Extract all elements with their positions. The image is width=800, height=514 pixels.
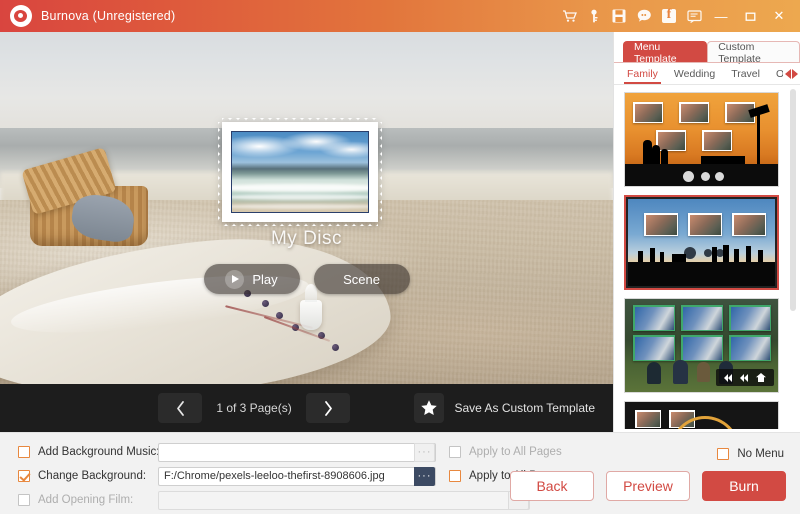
save-icon[interactable] xyxy=(608,4,630,28)
title-bar: Burnova (Unregistered) f — ✕ xyxy=(0,0,800,32)
add-opening-film-label: Add Opening Film: xyxy=(38,494,134,506)
minimize-button[interactable]: — xyxy=(708,3,734,29)
template-item-dark-arc[interactable] xyxy=(624,401,779,429)
titlebar-icon-group: — ✕ xyxy=(558,3,800,29)
close-button[interactable]: ✕ xyxy=(766,3,792,29)
cart-icon[interactable] xyxy=(558,4,580,28)
stage-button-group: Play Scene xyxy=(0,264,613,294)
star-icon xyxy=(421,400,438,416)
add-opening-film-row: Add Opening Film: ··· xyxy=(18,490,530,510)
subtab-travel[interactable]: Travel xyxy=(724,63,767,84)
browse-background-button[interactable]: ··· xyxy=(414,466,435,486)
menu-thumbnail-photo xyxy=(231,131,369,213)
add-opening-film-input[interactable]: ··· xyxy=(158,490,530,510)
triangle-left-icon[interactable] xyxy=(784,68,791,79)
burnova-disc-logo-icon xyxy=(10,5,32,27)
category-scroll-arrows xyxy=(784,68,800,79)
add-opening-film-checkbox[interactable] xyxy=(18,494,30,506)
add-background-music-row: Add Background Music: ··· Apply to All P… xyxy=(18,442,562,462)
browse-music-button[interactable]: ··· xyxy=(414,442,435,462)
disc-title[interactable]: My Disc xyxy=(0,228,613,250)
subtab-family[interactable]: Family xyxy=(620,63,665,84)
save-as-custom-template-button[interactable]: Save As Custom Template xyxy=(414,393,595,423)
menu-preview-stage[interactable]: My Disc Play Scene xyxy=(0,32,613,384)
tab-menu-template[interactable]: Menu Template xyxy=(623,41,708,65)
menu-thumbnail-stamp[interactable] xyxy=(218,118,382,222)
template-item-forest-meadow[interactable] xyxy=(624,298,779,393)
apply-music-to-all-pages-label: Apply to All Pages xyxy=(469,446,562,458)
play-triangle-icon xyxy=(225,269,245,289)
add-background-music-input[interactable]: ··· xyxy=(158,442,436,462)
template-scrollbar-thumb[interactable] xyxy=(790,89,796,311)
bottom-options-bar: Add Background Music: ··· Apply to All P… xyxy=(0,432,800,514)
change-background-input[interactable]: F:/Chrome/pexels-leeloo-thefirst-8908606… xyxy=(158,466,436,486)
next-page-button[interactable] xyxy=(306,393,350,423)
no-menu-checkbox[interactable] xyxy=(717,448,730,460)
app-title: Burnova (Unregistered) xyxy=(41,9,176,23)
change-background-checkbox[interactable] xyxy=(18,470,30,482)
page-indicator: 1 of 3 Page(s) xyxy=(216,401,292,415)
feedback-icon[interactable] xyxy=(683,4,705,28)
chevron-left-icon xyxy=(176,400,184,416)
burn-button[interactable]: Burn xyxy=(702,471,786,501)
page-tool-strip: 1 of 3 Page(s) Save As Custom Template xyxy=(0,384,613,432)
template-panel: Menu Template Custom Template Family Wed… xyxy=(613,32,800,432)
key-icon[interactable] xyxy=(583,4,605,28)
maximize-button[interactable] xyxy=(737,3,763,29)
triangle-right-icon[interactable] xyxy=(791,68,798,79)
save-as-custom-template-label: Save As Custom Template xyxy=(454,401,595,415)
drinking-glass xyxy=(300,284,322,330)
burnova-window: Burnova (Unregistered) f — ✕ My Disc Pla… xyxy=(0,0,800,514)
back-button[interactable]: Back xyxy=(510,471,594,501)
previous-page-button[interactable] xyxy=(158,393,202,423)
template-category-row: Family Wedding Travel Others xyxy=(614,63,800,85)
no-menu-row: No Menu xyxy=(717,448,784,460)
facebook-icon[interactable] xyxy=(658,4,680,28)
template-item-sunset-family[interactable] xyxy=(624,92,779,187)
template-scrollbar-track[interactable] xyxy=(790,85,798,429)
no-menu-label: No Menu xyxy=(737,448,784,460)
apply-background-to-all-pages-checkbox[interactable] xyxy=(449,470,461,482)
support-chat-icon[interactable] xyxy=(633,4,655,28)
chevron-right-icon xyxy=(324,400,332,416)
change-background-row: Change Background: F:/Chrome/pexels-leel… xyxy=(18,466,562,486)
play-button-label: Play xyxy=(252,271,278,287)
add-background-music-label: Add Background Music: xyxy=(38,446,160,458)
template-list[interactable] xyxy=(614,85,800,429)
preview-button[interactable]: Preview xyxy=(606,471,690,501)
subtab-others[interactable]: Others xyxy=(769,63,783,84)
tab-custom-template[interactable]: Custom Template xyxy=(707,41,800,65)
subtab-wedding[interactable]: Wedding xyxy=(667,63,722,84)
play-button[interactable]: Play xyxy=(203,264,300,294)
template-tab-row: Menu Template Custom Template xyxy=(614,41,800,65)
action-button-row: Back Preview Burn xyxy=(510,471,786,501)
scene-button-label: Scene xyxy=(343,271,380,287)
change-background-label: Change Background: xyxy=(38,470,147,482)
berry xyxy=(332,344,339,351)
berry xyxy=(262,300,269,307)
template-item-blue-beach[interactable] xyxy=(624,195,779,290)
add-background-music-checkbox[interactable] xyxy=(18,446,30,458)
apply-music-to-all-pages-checkbox[interactable] xyxy=(449,446,461,458)
scene-button[interactable]: Scene xyxy=(313,264,410,294)
